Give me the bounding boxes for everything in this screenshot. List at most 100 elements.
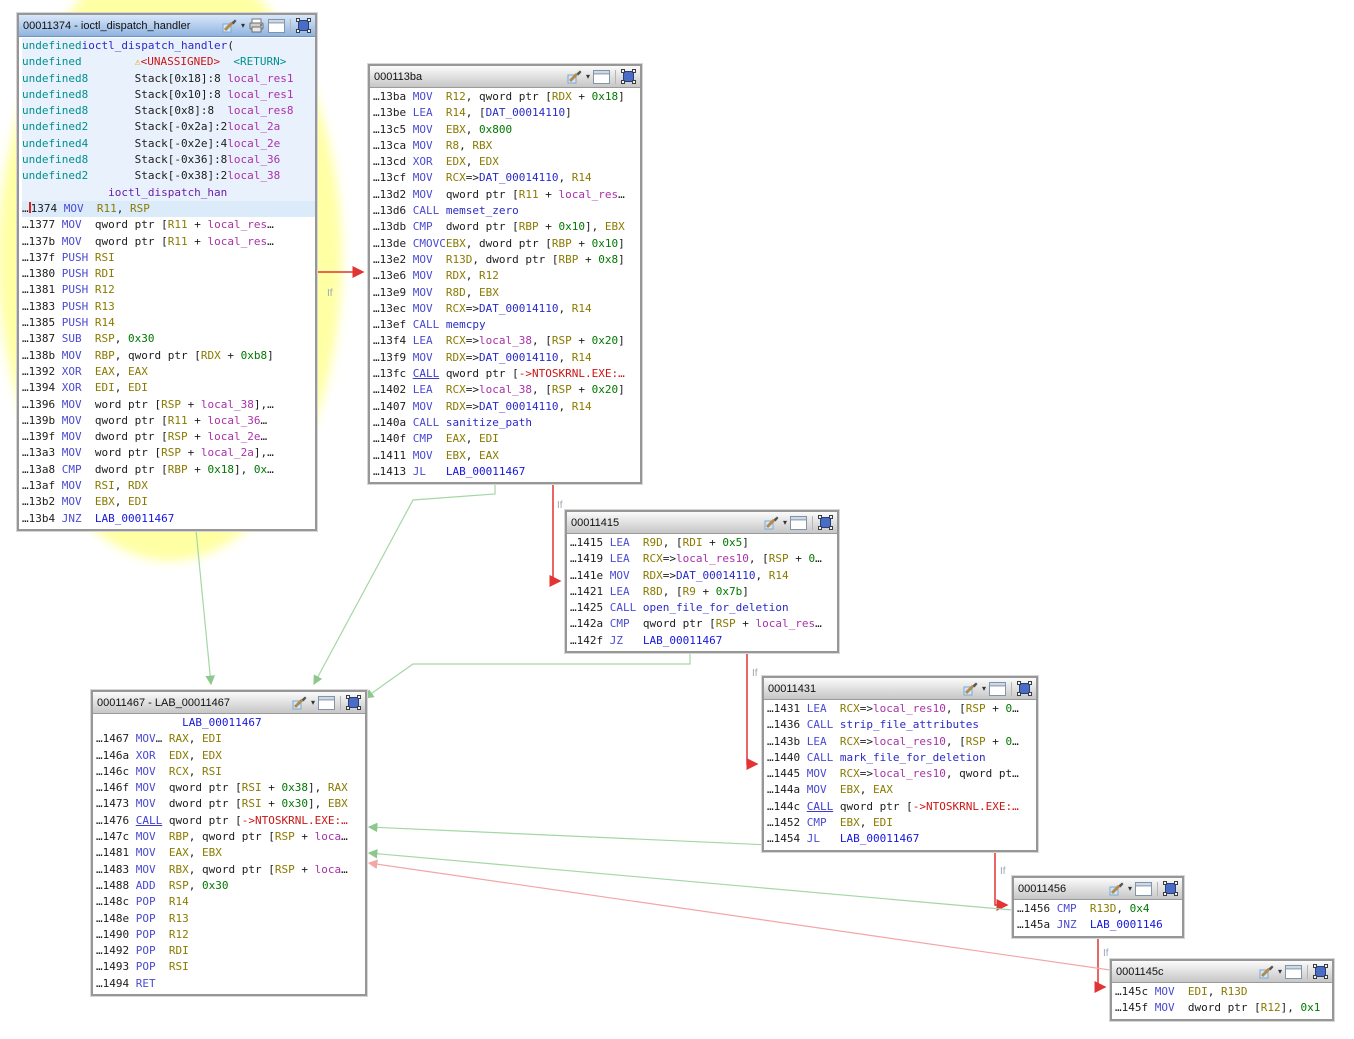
instruction-row[interactable]: …1380 PUSH RDI: [22, 266, 315, 282]
graph-block-b1456[interactable]: 00011456▾…1456 CMP R13D, 0x4…145a JNZ LA…: [1012, 876, 1184, 938]
instruction-row[interactable]: …13de CMOVCEBX, dword ptr [RBP + 0x10]: [373, 236, 640, 252]
instruction-row[interactable]: …139f MOV dword ptr [RSP + local_2e…: [22, 429, 315, 445]
instruction-row[interactable]: …13f4 LEA RCX=>local_38, [RSP + 0x20]: [373, 333, 640, 349]
instruction-row[interactable]: …148e POP R13: [96, 911, 365, 927]
instruction-row[interactable]: …1413 JL LAB_00011467: [373, 464, 640, 480]
instruction-row[interactable]: …1440 CALL mark_file_for_deletion: [767, 750, 1036, 766]
instruction-row[interactable]: …1494 RET: [96, 976, 365, 992]
flow-edge-jump[interactable]: [196, 530, 211, 684]
instruction-row[interactable]: …148c POP R14: [96, 894, 365, 910]
instruction-row[interactable]: …1383 PUSH R13: [22, 299, 315, 315]
instruction-row[interactable]: …13d6 CALL memset_zero: [373, 203, 640, 219]
format-paintbrush-icon[interactable]: [1259, 964, 1275, 979]
instruction-row[interactable]: …13db CMP dword ptr [RBP + 0x10], EBX: [373, 219, 640, 235]
instruction-row[interactable]: …146f MOV qword ptr [RSI + 0x38], RAX: [96, 780, 365, 796]
instruction-row[interactable]: …1492 POP RDI: [96, 943, 365, 959]
dropdown-caret-icon[interactable]: ▾: [783, 519, 787, 527]
flow-edge-fallthrough-far[interactable]: [369, 863, 1110, 970]
instruction-row[interactable]: …1488 ADD RSP, 0x30: [96, 878, 365, 894]
instruction-row[interactable]: ioctl_dispatch_han: [22, 185, 315, 201]
instruction-row[interactable]: …1381 PUSH R12: [22, 282, 315, 298]
maximize-block-icon[interactable]: [593, 70, 610, 84]
dropdown-caret-icon[interactable]: ▾: [586, 73, 590, 81]
instruction-row[interactable]: …1387 SUB RSP, 0x30: [22, 331, 315, 347]
instruction-row[interactable]: …13e9 MOV R8D, EBX: [373, 285, 640, 301]
instruction-row[interactable]: …13e2 MOV R13D, dword ptr [RBP + 0x8]: [373, 252, 640, 268]
instruction-row[interactable]: …142f JZ LAB_00011467: [570, 633, 837, 649]
instruction-row[interactable]: …1392 XOR EAX, EAX: [22, 364, 315, 380]
dropdown-caret-icon[interactable]: ▾: [241, 22, 245, 30]
flow-edge-fallthrough[interactable]: [553, 482, 560, 581]
instruction-row[interactable]: …1476 CALL qword ptr [->NTOSKRNL.EXE:…: [96, 813, 365, 829]
graph-block-b145c[interactable]: 0001145c▾…145c MOV EDI, R13D…145f MOV dw…: [1110, 959, 1334, 1021]
instruction-row[interactable]: …1385 PUSH R14: [22, 315, 315, 331]
instruction-row[interactable]: …1396 MOV word ptr [RSP + local_38],…: [22, 397, 315, 413]
format-paintbrush-icon[interactable]: [1109, 881, 1125, 896]
instruction-row[interactable]: undefinedioctl_dispatch_handler(: [22, 38, 315, 54]
instruction-row[interactable]: …1473 MOV dword ptr [RSI + 0x30], EBX: [96, 796, 365, 812]
format-paintbrush-icon[interactable]: [963, 681, 979, 696]
instruction-row[interactable]: …146a XOR EDX, EDX: [96, 748, 365, 764]
block-header[interactable]: 00011456▾: [1014, 878, 1182, 900]
instruction-row[interactable]: …146c MOV RCX, RSI: [96, 764, 365, 780]
block-header[interactable]: 00011374 - ioctl_dispatch_handler▾: [19, 15, 315, 37]
instruction-row[interactable]: undefined8 Stack[0x10]:8 local_res1: [22, 87, 315, 103]
instruction-row[interactable]: …13d2 MOV qword ptr [R11 + local_res…: [373, 187, 640, 203]
format-paintbrush-icon[interactable]: [567, 69, 583, 84]
instruction-row[interactable]: …13ba MOV R12, qword ptr [RDX + 0x18]: [373, 89, 640, 105]
instruction-row[interactable]: …140f CMP EAX, EDI: [373, 431, 640, 447]
group-selection-icon[interactable]: [296, 18, 311, 33]
instruction-row[interactable]: …1377 MOV qword ptr [R11 + local_res…: [22, 217, 315, 233]
instruction-row[interactable]: …143b LEA RCX=>local_res10, [RSP + 0…: [767, 734, 1036, 750]
dropdown-caret-icon[interactable]: ▾: [982, 685, 986, 693]
format-paintbrush-icon[interactable]: [222, 18, 238, 33]
maximize-block-icon[interactable]: [318, 696, 335, 710]
group-selection-icon[interactable]: [346, 695, 361, 710]
block-header[interactable]: 00011415▾: [567, 512, 837, 534]
instruction-row[interactable]: …145c MOV EDI, R13D: [1115, 984, 1332, 1000]
instruction-row[interactable]: …1431 LEA RCX=>local_res10, [RSP + 0…: [767, 701, 1036, 717]
instruction-row[interactable]: undefined8 Stack[0x18]:8 local_res1: [22, 71, 315, 87]
instruction-row[interactable]: …13cd XOR EDX, EDX: [373, 154, 640, 170]
flow-edge-fallthrough[interactable]: [747, 648, 757, 764]
instruction-row[interactable]: …1419 LEA RCX=>local_res10, [RSP + 0…: [570, 551, 837, 567]
instruction-row[interactable]: …1445 MOV RCX=>local_res10, qword pt…: [767, 766, 1036, 782]
maximize-block-icon[interactable]: [268, 19, 285, 33]
instruction-row[interactable]: …1452 CMP EBX, EDI: [767, 815, 1036, 831]
instruction-row[interactable]: …1374 MOV R11, RSP: [22, 201, 315, 217]
instruction-row[interactable]: …1493 POP RSI: [96, 959, 365, 975]
graph-block-b1415[interactable]: 00011415▾…1415 LEA R9D, [RDI + 0x5]…1419…: [565, 510, 839, 653]
instruction-row[interactable]: …1394 XOR EDI, EDI: [22, 380, 315, 396]
instruction-row[interactable]: …13ef CALL memcpy: [373, 317, 640, 333]
instruction-row[interactable]: …1456 CMP R13D, 0x4: [1017, 901, 1182, 917]
instruction-row[interactable]: …1436 CALL strip_file_attributes: [767, 717, 1036, 733]
instruction-row[interactable]: …1411 MOV EBX, EAX: [373, 448, 640, 464]
graph-block-b1431[interactable]: 00011431▾…1431 LEA RCX=>local_res10, [RS…: [762, 676, 1038, 852]
instruction-row[interactable]: …139b MOV qword ptr [R11 + local_36…: [22, 413, 315, 429]
maximize-block-icon[interactable]: [989, 682, 1006, 696]
instruction-row[interactable]: undefined2 Stack[-0x38]:2local_38: [22, 168, 315, 184]
block-header[interactable]: 00011431▾: [764, 678, 1036, 700]
instruction-row[interactable]: …1483 MOV RBX, qword ptr [RSP + loca…: [96, 862, 365, 878]
group-selection-icon[interactable]: [1163, 881, 1178, 896]
instruction-row[interactable]: …138b MOV RBP, qword ptr [RDX + 0xb8]: [22, 348, 315, 364]
clone-view-icon[interactable]: [248, 18, 265, 33]
instruction-row[interactable]: …1425 CALL open_file_for_deletion: [570, 600, 837, 616]
instruction-row[interactable]: …13a8 CMP dword ptr [RBP + 0x18], 0x…: [22, 462, 315, 478]
instruction-row[interactable]: …1415 LEA R9D, [RDI + 0x5]: [570, 535, 837, 551]
instruction-row[interactable]: undefined8 Stack[0x8]:8 local_res8: [22, 103, 315, 119]
dropdown-caret-icon[interactable]: ▾: [1278, 968, 1282, 976]
instruction-row[interactable]: …13b4 JNZ LAB_00011467: [22, 511, 315, 527]
group-selection-icon[interactable]: [621, 69, 636, 84]
maximize-block-icon[interactable]: [1135, 882, 1152, 896]
block-header[interactable]: 000113ba▾: [370, 66, 640, 88]
instruction-row[interactable]: …1407 MOV RDX=>DAT_00014110, R14: [373, 399, 640, 415]
instruction-row[interactable]: …144c CALL qword ptr [->NTOSKRNL.EXE:…: [767, 799, 1036, 815]
instruction-row[interactable]: …140a CALL sanitize_path: [373, 415, 640, 431]
maximize-block-icon[interactable]: [790, 516, 807, 530]
flow-edge-jump[interactable]: [369, 827, 770, 845]
flow-edge-fallthrough[interactable]: [1098, 931, 1105, 987]
graph-block-b1467[interactable]: 00011467 - LAB_00011467▾ LAB_00011467…14…: [91, 690, 367, 996]
instruction-row[interactable]: …13a3 MOV word ptr [RSP + local_2a],…: [22, 445, 315, 461]
instruction-row[interactable]: …13fc CALL qword ptr [->NTOSKRNL.EXE:…: [373, 366, 640, 382]
